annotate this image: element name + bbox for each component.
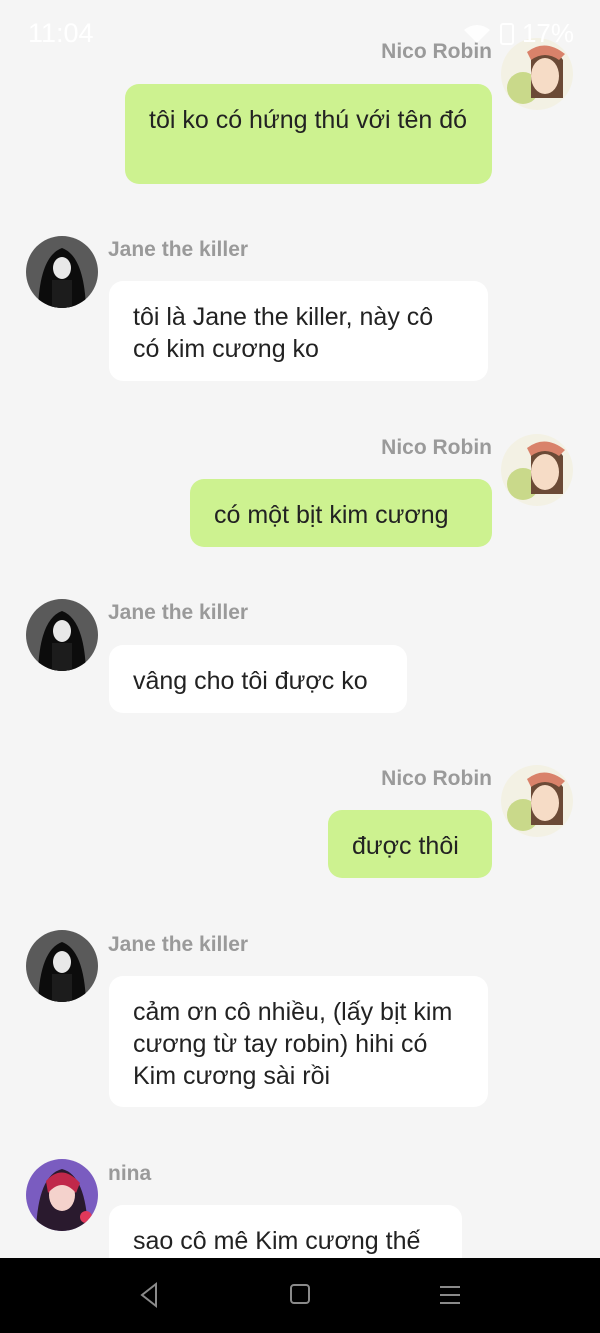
avatar[interactable] xyxy=(26,1159,98,1231)
sender-name: nina xyxy=(108,1162,152,1185)
home-icon[interactable] xyxy=(283,1280,317,1310)
message-item: nina sao cô mê Kim cương thế xyxy=(0,0,600,1258)
back-icon[interactable] xyxy=(132,1280,166,1310)
battery-level: 17% xyxy=(521,18,574,48)
battery-icon xyxy=(499,22,514,45)
status-bar: 11:04 17% xyxy=(0,0,600,70)
status-indicators: 17% xyxy=(462,18,574,49)
status-time: 11:04 xyxy=(28,18,94,48)
navigation-bar xyxy=(0,1258,600,1333)
menu-icon[interactable] xyxy=(433,1280,467,1310)
wifi-icon xyxy=(463,24,490,43)
avatar-image xyxy=(26,1159,98,1231)
message-bubble[interactable]: sao cô mê Kim cương thế xyxy=(109,1205,462,1258)
